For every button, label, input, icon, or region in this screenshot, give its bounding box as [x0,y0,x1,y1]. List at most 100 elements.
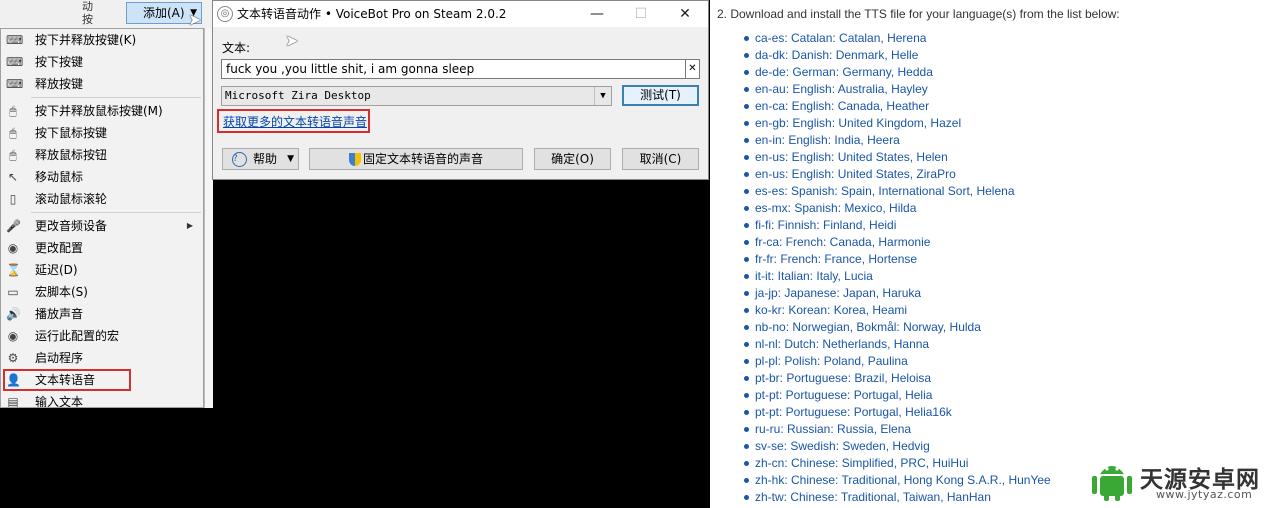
language-list-item[interactable]: da-dk: Danish: Denmark, Helle [744,49,1051,66]
watermark-url: www.jytyaz.com [1156,488,1253,501]
menu-item-change-audio-device[interactable]: 🎤 更改音频设备 ▶ [1,215,203,237]
mouse-cursor-icon: ➤ [285,31,299,50]
menu-item-label: 释放鼠标按钮 [35,148,108,162]
mouse-release-icon: 🖱 [9,148,17,162]
highlight-box-more-voices [217,109,370,133]
audio-device-icon: 🎤 [6,219,21,233]
language-list-item[interactable]: de-de: German: Germany, Hedda [744,66,1051,83]
language-list-item[interactable]: ca-es: Catalan: Catalan, Herena [744,32,1051,49]
tts-text-input[interactable] [221,59,686,79]
dialog-titlebar: ◎ 文本转语音动作 • VoiceBot Pro on Steam 2.0.2 … [213,1,708,27]
instructions-heading: 2. Download and install the TTS file for… [717,7,1120,21]
maximize-button: ☐ [634,6,648,22]
language-list-item[interactable]: nb-no: Norwegian, Bokmål: Norway, Hulda [744,321,1051,338]
language-list-item[interactable]: fi-fi: Finnish: Finland, Heidi [744,219,1051,236]
chevron-down-icon: ▼ [287,154,294,164]
menu-item-label: 按下并释放按键(K) [35,33,137,47]
language-list-item[interactable]: zh-tw: Chinese: Traditional, Taiwan, Han… [744,491,1051,508]
ok-button[interactable]: 确定(O) [534,148,611,170]
menu-separator [31,97,201,98]
language-list-item[interactable]: en-us: English: United States, ZiraPro [744,168,1051,185]
language-list: ca-es: Catalan: Catalan, Herena da-dk: Da… [744,32,1051,508]
menu-separator [31,212,201,213]
menu-item-mouse-press[interactable]: 🖱 按下鼠标按键 [1,122,203,144]
menu-item-press-release-key[interactable]: ⌨ 按下并释放按键(K) [1,29,203,51]
mouse-press-icon: 🖱 [9,126,17,140]
mouse-cursor-icon: ➤ [188,10,202,29]
add-action-menu: ⌨ 按下并释放按键(K) ⌨ 按下按键 ⌨ 释放按键 🖱 按下并释放鼠标按键(M… [0,28,204,408]
language-list-item[interactable]: ru-ru: Russian: Russia, Elena [744,423,1051,440]
menu-item-change-config[interactable]: ◉ 更改配置 [1,237,203,259]
minimize-button[interactable]: — [577,3,617,25]
fix-voice-button[interactable]: 固定文本转语音的声音 [309,148,523,170]
language-list-item[interactable]: it-it: Italian: Italy, Lucia [744,270,1051,287]
menu-item-label: 更改音频设备 [35,219,108,233]
menu-item-launch-program[interactable]: ⚙ 启动程序 [1,347,203,369]
language-list-item[interactable]: nl-nl: Dutch: Netherlands, Hanna [744,338,1051,355]
language-list-item[interactable]: pl-pl: Polish: Poland, Paulina [744,355,1051,372]
language-list-item[interactable]: es-es: Spanish: Spain, International Sor… [744,185,1051,202]
site-watermark: 天源安卓网 www.jytyaz.com [1090,458,1278,506]
menu-item-label: 播放声音 [35,307,84,321]
cancel-button[interactable]: 取消(C) [622,148,699,170]
submenu-arrow-icon: ▶ [186,221,193,230]
close-button[interactable]: ✕ [665,3,705,25]
menu-item-type-text[interactable]: ▤ 输入文本 [1,391,203,408]
language-list-item[interactable]: fr-fr: French: France, Hortense [744,253,1051,270]
scroll-wheel-icon: ▯ [9,192,17,206]
highlight-box-text-to-speech [3,369,131,391]
mouse-click-icon: 🖱 [9,104,17,118]
menu-item-play-sound[interactable]: 🔊 播放声音 [1,303,203,325]
language-list-item[interactable]: en-ca: English: Canada, Heather [744,100,1051,117]
keyboard-release-icon: ⌨ [6,77,24,91]
background-window-strip: 动 按 添加(A) ▼ ➤ [0,0,212,30]
menu-item-run-config-macro[interactable]: ◉ 运行此配置的宏 [1,325,203,347]
language-list-item[interactable]: zh-cn: Chinese: Simplified, PRC, HuiHui [744,457,1051,474]
menu-item-label: 宏脚本(S) [35,285,88,299]
language-list-item[interactable]: es-mx: Spanish: Mexico, Hilda [744,202,1051,219]
menu-item-move-mouse[interactable]: ↖ 移动鼠标 [1,166,203,188]
language-list-item[interactable]: en-gb: English: United Kingdom, Hazel [744,117,1051,134]
fix-voice-button-label: 固定文本转语音的声音 [362,152,483,166]
language-list-item[interactable]: sv-se: Swedish: Sweden, Hedvig [744,440,1051,457]
menu-item-press-key[interactable]: ⌨ 按下按键 [1,51,203,73]
language-list-item[interactable]: en-us: English: United States, Helen [744,151,1051,168]
dialog-title: 文本转语音动作 • VoiceBot Pro on Steam 2.0.2 [237,7,507,21]
language-list-item[interactable]: pt-pt: Portuguese: Portugal, Helia [744,389,1051,406]
menu-item-label: 输入文本 [35,395,84,408]
voice-select[interactable]: Microsoft Zira Desktop ▼ [221,86,612,106]
language-list-item[interactable]: en-in: English: India, Heera [744,134,1051,151]
menu-item-label: 更改配置 [35,241,84,255]
eye-icon: ◉ [7,241,19,255]
menu-item-macro-script[interactable]: ▭ 宏脚本(S) [1,281,203,303]
menu-item-mouse-click[interactable]: 🖱 按下并释放鼠标按键(M) [1,100,203,122]
menu-item-mouse-release[interactable]: 🖱 释放鼠标按钮 [1,144,203,166]
menu-item-label: 按下按键 [35,55,84,69]
language-list-item[interactable]: pt-br: Portuguese: Brazil, Heloisa [744,372,1051,389]
clear-text-button[interactable]: ✕ [686,59,700,79]
hourglass-icon: ⌛ [6,263,21,277]
shield-icon [348,153,361,166]
voice-select-value: Microsoft Zira Desktop [225,89,371,102]
text-label: 文本: [222,41,251,55]
gear-icon: ⚙ [7,351,19,365]
chevron-down-icon: ▼ [594,87,611,105]
menu-item-label: 移动鼠标 [35,170,84,184]
menu-item-label: 释放按键 [35,77,84,91]
help-button-label: 帮助 [253,152,278,166]
background-side-label: 动 按 [82,0,93,26]
language-list-item[interactable]: pt-pt: Portuguese: Portugal, Helia16k [744,406,1051,423]
menu-item-scroll-wheel[interactable]: ▯ 滚动鼠标滚轮 [1,188,203,210]
menu-item-delay[interactable]: ⌛ 延迟(D) [1,259,203,281]
language-list-item[interactable]: ko-kr: Korean: Korea, Heami [744,304,1051,321]
help-button[interactable]: ? 帮助 ▼ [222,148,299,170]
menu-item-label: 启动程序 [35,351,84,365]
menu-item-release-key[interactable]: ⌨ 释放按键 [1,73,203,95]
language-list-item[interactable]: en-au: English: Australia, Hayley [744,83,1051,100]
language-list-item[interactable]: zh-hk: Chinese: Traditional, Hong Kong S… [744,474,1051,491]
menu-item-label: 按下鼠标按键 [35,126,108,140]
language-list-item[interactable]: ja-jp: Japanese: Japan, Haruka [744,287,1051,304]
test-button[interactable]: 测试(T) [622,85,699,106]
tts-action-dialog: ◎ 文本转语音动作 • VoiceBot Pro on Steam 2.0.2 … [212,0,709,180]
language-list-item[interactable]: fr-ca: French: Canada, Harmonie [744,236,1051,253]
